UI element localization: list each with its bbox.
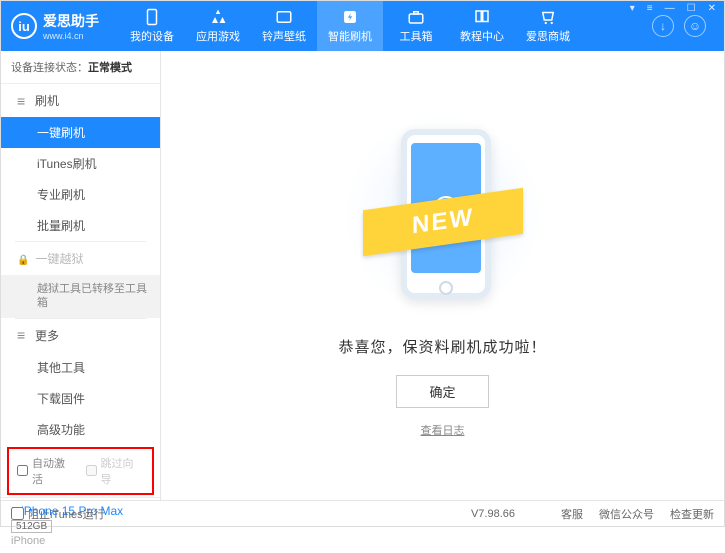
maximize-icon[interactable]: ☐: [684, 3, 699, 14]
phone-icon: [143, 8, 161, 26]
sidebar-item-oneclick-flash[interactable]: 一键刷机: [1, 117, 160, 148]
sidebar-item-pro-flash[interactable]: 专业刷机: [1, 179, 160, 210]
footer-link-update[interactable]: 检查更新: [670, 506, 714, 522]
menu-icon[interactable]: ▾: [627, 3, 638, 14]
download-icon[interactable]: ↓: [652, 15, 674, 37]
logo-icon: iu: [11, 13, 37, 39]
footer-link-support[interactable]: 客服: [561, 506, 583, 522]
app-title: 爱思助手: [43, 11, 99, 31]
sidebar-item-advanced[interactable]: 高级功能: [1, 414, 160, 445]
app-logo: iu 爱思助手 www.i4.cn: [11, 11, 99, 41]
sidebar-group-more: 更多: [1, 319, 160, 352]
toolbox-icon: [407, 8, 425, 26]
nav-flash[interactable]: 智能刷机: [317, 1, 383, 51]
sidebar: 设备连接状态：正常模式 刷机 一键刷机 iTunes刷机 专业刷机 批量刷机 一…: [1, 51, 161, 500]
nav-toolbox[interactable]: 工具箱: [383, 1, 449, 51]
nav-tutorials[interactable]: 教程中心: [449, 1, 515, 51]
book-icon: [473, 8, 491, 26]
sidebar-item-other-tools[interactable]: 其他工具: [1, 352, 160, 383]
sidebar-group-jailbreak: 一键越狱: [1, 242, 160, 275]
cart-icon: [539, 8, 557, 26]
app-url: www.i4.cn: [43, 31, 99, 41]
success-illustration: ✓ NEW: [373, 114, 513, 324]
image-icon: [275, 8, 293, 26]
minimize-icon[interactable]: —: [662, 3, 678, 14]
lock-icon: [17, 252, 29, 266]
version-label: V7.98.66: [471, 508, 515, 520]
device-type: iPhone: [11, 535, 150, 547]
nav-store[interactable]: 爱思商城: [515, 1, 581, 51]
sidebar-item-download-firmware[interactable]: 下载固件: [1, 383, 160, 414]
sidebar-jailbreak-note: 越狱工具已转移至工具箱: [1, 275, 160, 318]
device-storage: 512GB: [11, 520, 52, 533]
top-nav: 我的设备 应用游戏 铃声壁纸 智能刷机 工具箱 教程中心 爱思商城: [119, 1, 652, 51]
view-log-link[interactable]: 查看日志: [421, 422, 465, 438]
settings-icon[interactable]: ≡: [644, 3, 656, 14]
checkbox-skip-guide[interactable]: 跳过向导: [86, 455, 145, 487]
nav-apps[interactable]: 应用游戏: [185, 1, 251, 51]
footer-link-wechat[interactable]: 微信公众号: [599, 506, 654, 522]
apps-icon: [209, 8, 227, 26]
options-highlight: 自动激活 跳过向导: [7, 447, 154, 495]
success-message: 恭喜您，保资料刷机成功啦！: [338, 336, 546, 357]
user-icon[interactable]: ☺: [684, 15, 706, 37]
main-content: ✓ NEW 恭喜您，保资料刷机成功啦！ 确定 查看日志: [161, 51, 724, 500]
sidebar-group-flash: 刷机: [1, 84, 160, 117]
sidebar-item-itunes-flash[interactable]: iTunes刷机: [1, 148, 160, 179]
checkbox-auto-activate[interactable]: 自动激活: [17, 455, 76, 487]
confirm-button[interactable]: 确定: [396, 375, 488, 408]
connection-status: 设备连接状态：正常模式: [1, 51, 160, 84]
checkbox-block-itunes[interactable]: 阻止iTunes运行: [11, 506, 105, 522]
nav-ringtones[interactable]: 铃声壁纸: [251, 1, 317, 51]
flash-icon: [341, 8, 359, 26]
nav-my-device[interactable]: 我的设备: [119, 1, 185, 51]
sidebar-item-batch-flash[interactable]: 批量刷机: [1, 210, 160, 241]
menu-icon: [17, 93, 29, 109]
menu-icon: [17, 327, 29, 343]
close-icon[interactable]: ✕: [705, 3, 719, 14]
